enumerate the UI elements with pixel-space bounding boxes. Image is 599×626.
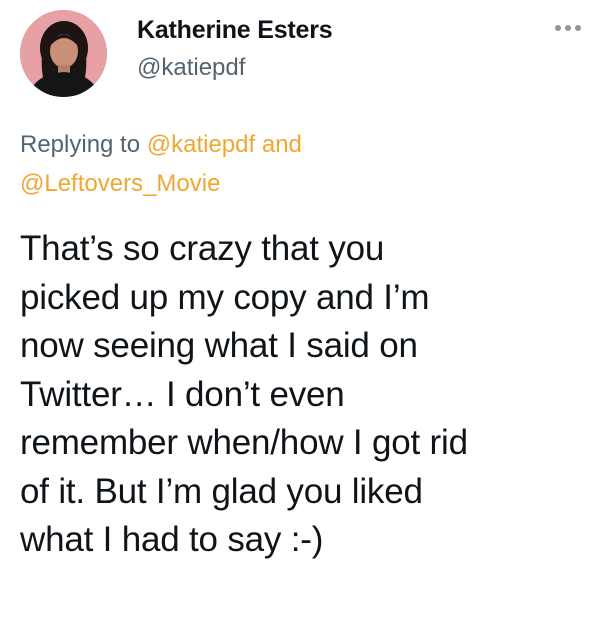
reply-connector: and: [255, 131, 302, 158]
replying-to-line: Replying to @katiepdf and: [20, 131, 302, 159]
author-display-name[interactable]: Katherine Esters: [137, 16, 333, 45]
more-options-button[interactable]: [551, 17, 585, 39]
ellipsis-dot: [575, 25, 581, 31]
replying-to-label: Replying to: [20, 131, 147, 158]
author-handle[interactable]: @katiepdf: [137, 54, 245, 82]
ellipsis-dot: [555, 25, 561, 31]
replying-to-line-continued: @Leftovers_Movie: [20, 170, 220, 198]
tweet-text: That’s so crazy that you picked up my co…: [20, 229, 468, 559]
profile-photo-icon: [20, 10, 107, 97]
ellipsis-horizontal-icon: [555, 25, 581, 31]
avatar[interactable]: [20, 10, 107, 97]
ellipsis-dot: [565, 25, 571, 31]
mention-link-leftovers-movie[interactable]: @Leftovers_Movie: [20, 170, 220, 197]
mention-link-katiepdf[interactable]: @katiepdf: [147, 131, 255, 158]
